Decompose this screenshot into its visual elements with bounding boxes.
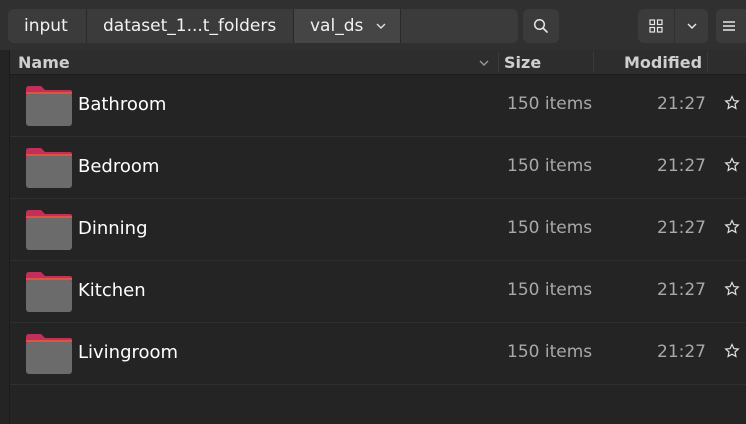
sort-descending-icon[interactable] (477, 56, 491, 70)
item-size: 150 items (507, 94, 593, 114)
item-name: Bathroom (78, 94, 167, 115)
breadcrumb-current-folder[interactable]: val_ds (294, 9, 401, 43)
item-modified: 21:27 (657, 218, 706, 238)
list-item[interactable]: Kitchen 150 items 21:27 (10, 261, 746, 323)
list-item[interactable]: Bathroom 150 items 21:27 (10, 75, 746, 137)
list-item[interactable]: Bedroom 150 items 21:27 (10, 137, 746, 199)
item-name: Dinning (78, 218, 148, 239)
star-icon[interactable] (724, 281, 740, 297)
chevron-down-icon (376, 23, 386, 29)
chevron-down-icon (687, 23, 696, 29)
path-bar-empty-area[interactable] (401, 9, 518, 43)
column-separator (593, 52, 594, 72)
star-icon[interactable] (724, 95, 740, 111)
view-toggle-button[interactable] (638, 9, 674, 43)
item-size: 150 items (507, 342, 593, 362)
star-icon[interactable] (724, 343, 740, 359)
breadcrumb-label: input (24, 16, 68, 36)
folder-icon (26, 272, 72, 312)
path-bar: input dataset_1...t_folders val_ds (8, 9, 518, 43)
breadcrumb-label: val_ds (310, 16, 364, 36)
view-options-button[interactable] (675, 9, 708, 43)
item-size: 150 items (507, 156, 593, 176)
item-name: Livingroom (78, 342, 179, 363)
column-header-name[interactable]: Name (18, 53, 70, 72)
item-size: 150 items (507, 218, 593, 238)
folder-icon (26, 86, 72, 126)
item-name: Kitchen (78, 280, 146, 301)
file-list: Bathroom 150 items 21:27 Bedroom 150 ite… (10, 75, 746, 424)
folder-icon (26, 148, 72, 188)
hamburger-menu-icon (723, 21, 735, 31)
item-modified: 21:27 (657, 342, 706, 362)
column-separator (707, 52, 708, 72)
file-manager-window: input dataset_1...t_folders val_ds Name … (0, 0, 746, 424)
breadcrumb-dataset[interactable]: dataset_1...t_folders (87, 9, 294, 43)
column-header-size[interactable]: Size (504, 53, 541, 72)
search-icon (533, 18, 548, 33)
folder-icon (26, 334, 72, 374)
item-modified: 21:27 (657, 156, 706, 176)
list-item[interactable]: Dinning 150 items 21:27 (10, 199, 746, 261)
item-modified: 21:27 (657, 280, 706, 300)
grid-view-icon (649, 19, 663, 33)
item-name: Bedroom (78, 156, 160, 177)
folder-icon (26, 210, 72, 250)
header-bar: input dataset_1...t_folders val_ds (0, 0, 746, 50)
column-header-bar: Name Size Modified (10, 50, 746, 75)
star-icon[interactable] (724, 157, 740, 173)
star-icon[interactable] (724, 219, 740, 235)
breadcrumb-input[interactable]: input (8, 9, 87, 43)
main-menu-button[interactable] (716, 9, 746, 43)
column-header-modified[interactable]: Modified (624, 53, 702, 72)
list-item[interactable]: Livingroom 150 items 21:27 (10, 323, 746, 385)
item-size: 150 items (507, 280, 593, 300)
breadcrumb-label: dataset_1...t_folders (103, 16, 277, 36)
column-separator (498, 52, 499, 72)
search-button[interactable] (523, 9, 559, 43)
item-modified: 21:27 (657, 94, 706, 114)
